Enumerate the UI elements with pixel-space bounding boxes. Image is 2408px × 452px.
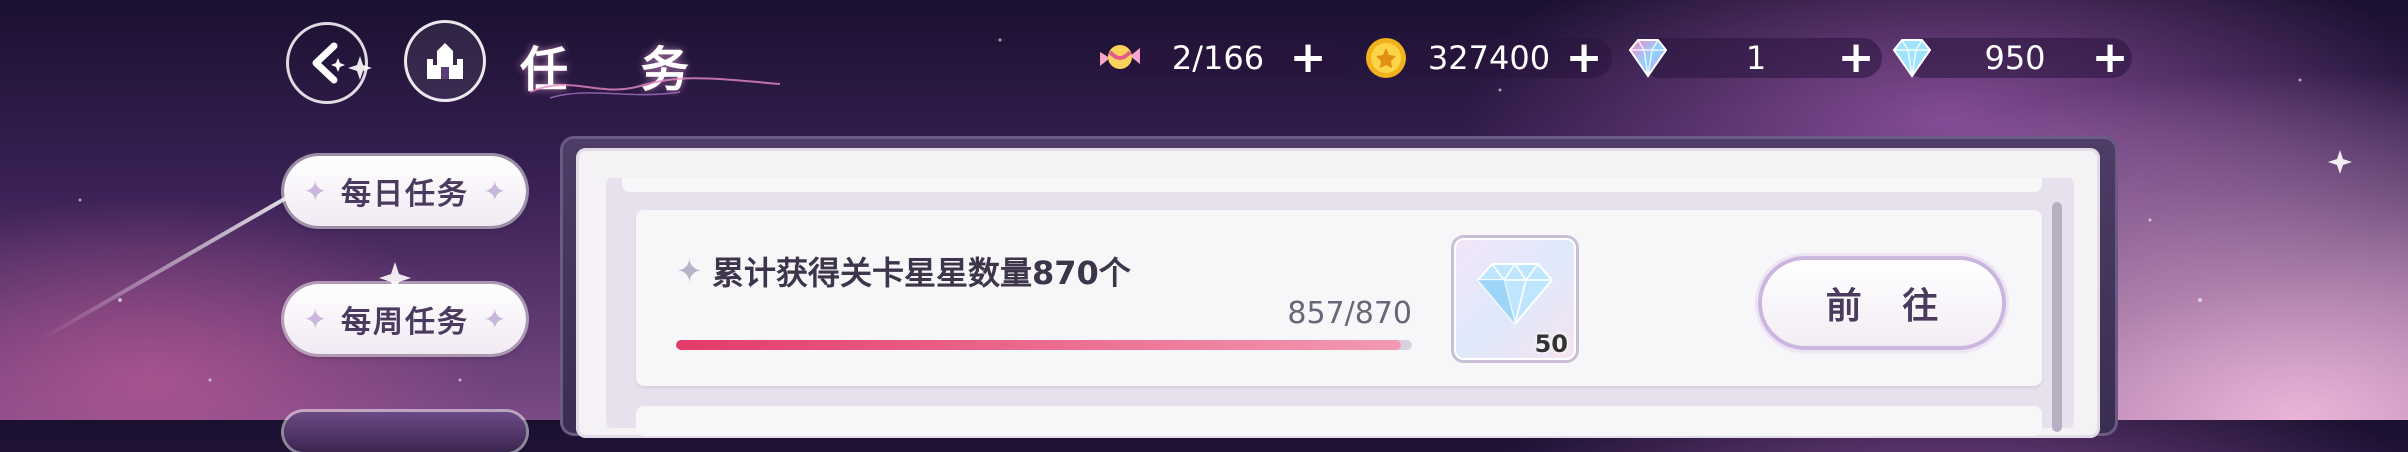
add-gold-button[interactable]: +: [1564, 36, 1604, 80]
rainbow-gem-count: 1: [1745, 39, 1767, 77]
add-rainbow-gem-button[interactable]: +: [1836, 36, 1876, 80]
candy-icon: [1100, 45, 1140, 69]
task-progress-text: 857/870: [1287, 296, 1412, 331]
add-candy-button[interactable]: +: [1288, 36, 1328, 80]
task-progress-fill: [676, 340, 1401, 350]
currency-rainbow-gem: 1 +: [1620, 34, 1882, 82]
blue-diamond-icon: [1892, 39, 1932, 78]
back-arrow-icon: [312, 42, 345, 84]
home-button[interactable]: [404, 20, 486, 102]
tab-achievements[interactable]: [284, 412, 526, 452]
back-button[interactable]: [286, 22, 368, 104]
gold-count: 327400: [1427, 39, 1551, 77]
scrollbar[interactable]: [2052, 202, 2062, 432]
list-item: [636, 406, 2042, 436]
currency-diamond: 950 +: [1884, 34, 2132, 82]
rainbow-gem-icon: [1628, 39, 1668, 78]
tab-label: 每周任务: [341, 305, 469, 340]
task-title: 累计获得关卡星星数量870个: [712, 254, 1131, 292]
tab-label: 每日任务: [341, 177, 469, 212]
go-button[interactable]: 前 往: [1762, 260, 2002, 346]
go-button-label: 前 往: [1825, 285, 1953, 327]
sparkle-icon: ✦: [676, 252, 703, 290]
diamond-icon: [1476, 262, 1554, 326]
candy-count: 2/166: [1171, 39, 1265, 77]
currency-gold: 327400 +: [1358, 34, 1612, 82]
tab-daily-tasks[interactable]: ✦ 每日任务 ✦: [284, 156, 526, 226]
task-progress-bar: [676, 340, 1412, 350]
title-flourish: [530, 77, 781, 99]
add-diamond-button[interactable]: +: [2090, 36, 2130, 80]
reward-count: 50: [1534, 330, 1568, 358]
list-item: [622, 178, 2042, 192]
sparkle-icon: ✦: [483, 302, 507, 336]
sparkle-icon: ✦: [303, 302, 327, 336]
sparkle-icon: ✦: [303, 174, 327, 208]
reward-item[interactable]: 50: [1454, 238, 1576, 360]
gold-coin-icon: [1366, 38, 1406, 78]
currency-candy: 2/166 +: [1092, 34, 1350, 82]
tab-weekly-tasks[interactable]: ✦ 每周任务 ✦: [284, 284, 526, 354]
sparkle-icon: ✦: [483, 174, 507, 208]
castle-icon: [427, 43, 463, 79]
diamond-count: 950: [1984, 39, 2046, 77]
